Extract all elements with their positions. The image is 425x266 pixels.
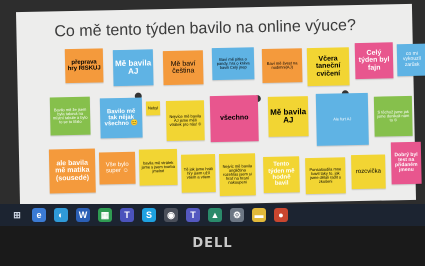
sticky-note[interactable]: Dobrý byl test na přidaném jmenu bbox=[390, 141, 422, 185]
sticky-note[interactable]: Bavilo mě tak nějak všechno 😊 bbox=[99, 97, 143, 139]
sticky-note[interactable]: Bavilo mě že jsem byla taková na místní … bbox=[49, 96, 91, 136]
sticky-note[interactable]: Nejvíce mě bavila AJ jsme měli vtrátek p… bbox=[165, 100, 205, 142]
photos-icon[interactable]: ▲ bbox=[208, 208, 222, 222]
sticky-note[interactable]: Vše bylo super ☺ bbox=[98, 151, 136, 185]
sticky-note[interactable]: Ponsaloudila mne bavil taky to, jak jsme… bbox=[305, 157, 346, 195]
sticky-note[interactable]: Mě baví čeština bbox=[162, 50, 204, 86]
windows-start-icon[interactable]: ⊞ bbox=[10, 208, 24, 222]
sticky-note[interactable]: Baví mě pitka o pandy, hra o kráva bavil… bbox=[211, 47, 255, 81]
teams-icon[interactable]: T bbox=[120, 208, 134, 222]
sticky-note[interactable]: přeprava hry RISKUJ bbox=[64, 48, 104, 84]
sticky-note[interactable]: Ale furt AJ bbox=[315, 92, 369, 146]
word-icon[interactable]: W bbox=[76, 208, 90, 222]
photo: Co mě tento týden bavilo na online výuce… bbox=[0, 0, 425, 266]
edge-icon[interactable]: ◐ bbox=[54, 208, 68, 222]
sticky-note[interactable]: Tento týden mě hodně bavil bbox=[263, 156, 300, 194]
sticky-note[interactable]: Nejvíc mě bavila angličtina rozehlas jse… bbox=[219, 153, 256, 196]
board-title: Co mě tento týden bavilo na online výuce… bbox=[54, 17, 357, 41]
spreadsheet-icon[interactable]: ▦ bbox=[98, 208, 112, 222]
teams-2-icon[interactable]: T bbox=[186, 208, 200, 222]
sticky-note[interactable]: bavila mě vtrátek jsme s jsem tvorba jme… bbox=[138, 148, 178, 186]
chrome-icon[interactable]: ◉ bbox=[164, 208, 178, 222]
dell-logo: DELL bbox=[192, 236, 233, 251]
sticky-note[interactable]: všechno bbox=[209, 95, 259, 143]
sticky-note[interactable]: Mě bavila AJ bbox=[112, 49, 154, 87]
sticky-note[interactable]: co mi vykouzlí zarůsk bbox=[396, 43, 425, 77]
file-explorer-icon[interactable]: ▬ bbox=[252, 208, 266, 222]
sticky-note[interactable]: Včera taneční cvičení bbox=[306, 47, 350, 87]
whiteboard-screen: Co mě tento týden bavilo na online výuce… bbox=[15, 3, 425, 209]
settings-icon[interactable]: ⚙ bbox=[230, 208, 244, 222]
media-icon[interactable]: ● bbox=[274, 208, 288, 222]
sticky-note[interactable]: Celý týden byl fajn bbox=[354, 42, 394, 80]
sticky-note[interactable]: Tě jak jsme hráli hry jsem užíl vtiem a … bbox=[181, 154, 216, 193]
skype-icon[interactable]: S bbox=[142, 208, 156, 222]
sticky-note[interactable]: ale bavila mě matika (sousedé) bbox=[48, 148, 96, 194]
edge-browser-icon[interactable]: e bbox=[32, 208, 46, 222]
sticky-note[interactable]: S těchož jsme jak jsme donikali nám to © bbox=[373, 95, 413, 137]
sticky-note[interactable]: Baví mě švest na nudimni(AJ) bbox=[261, 48, 303, 84]
windows-taskbar: ⊞ e ◐ W ▦ T S ◉ T ▲ ⚙ ▬ ● bbox=[0, 204, 425, 226]
sticky-note[interactable]: Mě bavila AJ bbox=[267, 96, 309, 137]
sticky-note[interactable]: Nebyl bbox=[145, 101, 161, 116]
sticky-note[interactable]: rozcvička bbox=[351, 154, 386, 190]
